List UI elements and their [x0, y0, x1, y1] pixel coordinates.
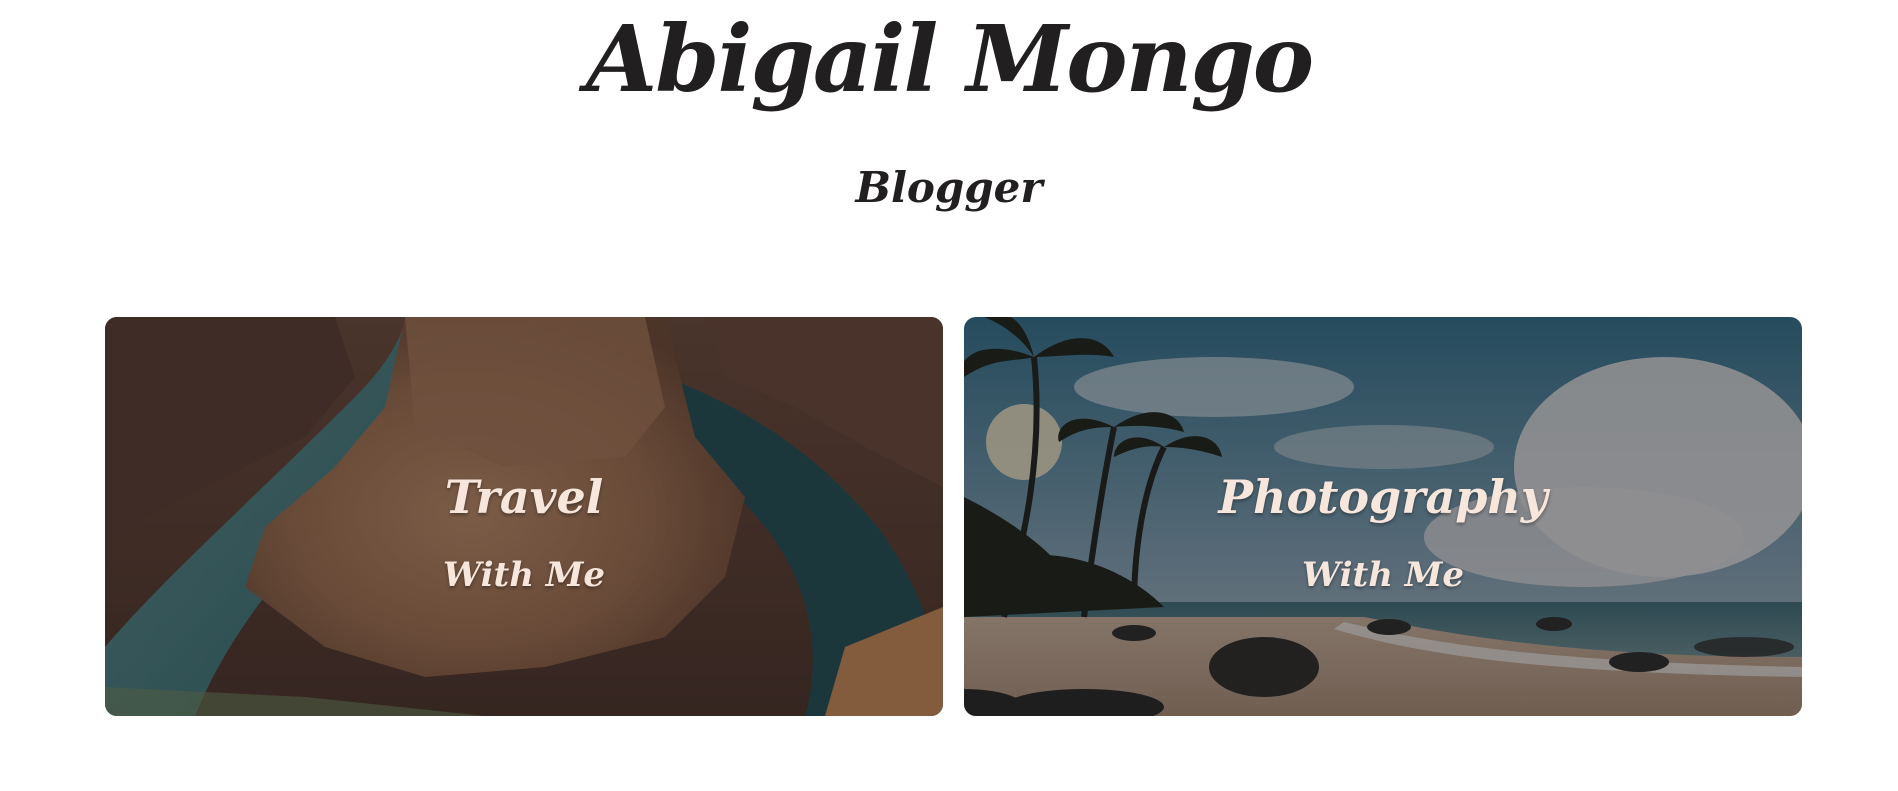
travel-title: Travel: [444, 470, 604, 524]
photography-card[interactable]: Photography With Me: [964, 317, 1802, 716]
site-title: Abigail Mongo: [585, 5, 1314, 113]
travel-subtitle: With Me: [442, 555, 606, 595]
page: Abigail Mongo Blogger Travel With Me Pho…: [0, 0, 1898, 791]
site-subtitle: Blogger: [855, 163, 1043, 212]
travel-card[interactable]: Travel With Me: [105, 317, 943, 716]
photography-subtitle: With Me: [1301, 555, 1465, 595]
photography-title: Photography: [1218, 470, 1548, 524]
